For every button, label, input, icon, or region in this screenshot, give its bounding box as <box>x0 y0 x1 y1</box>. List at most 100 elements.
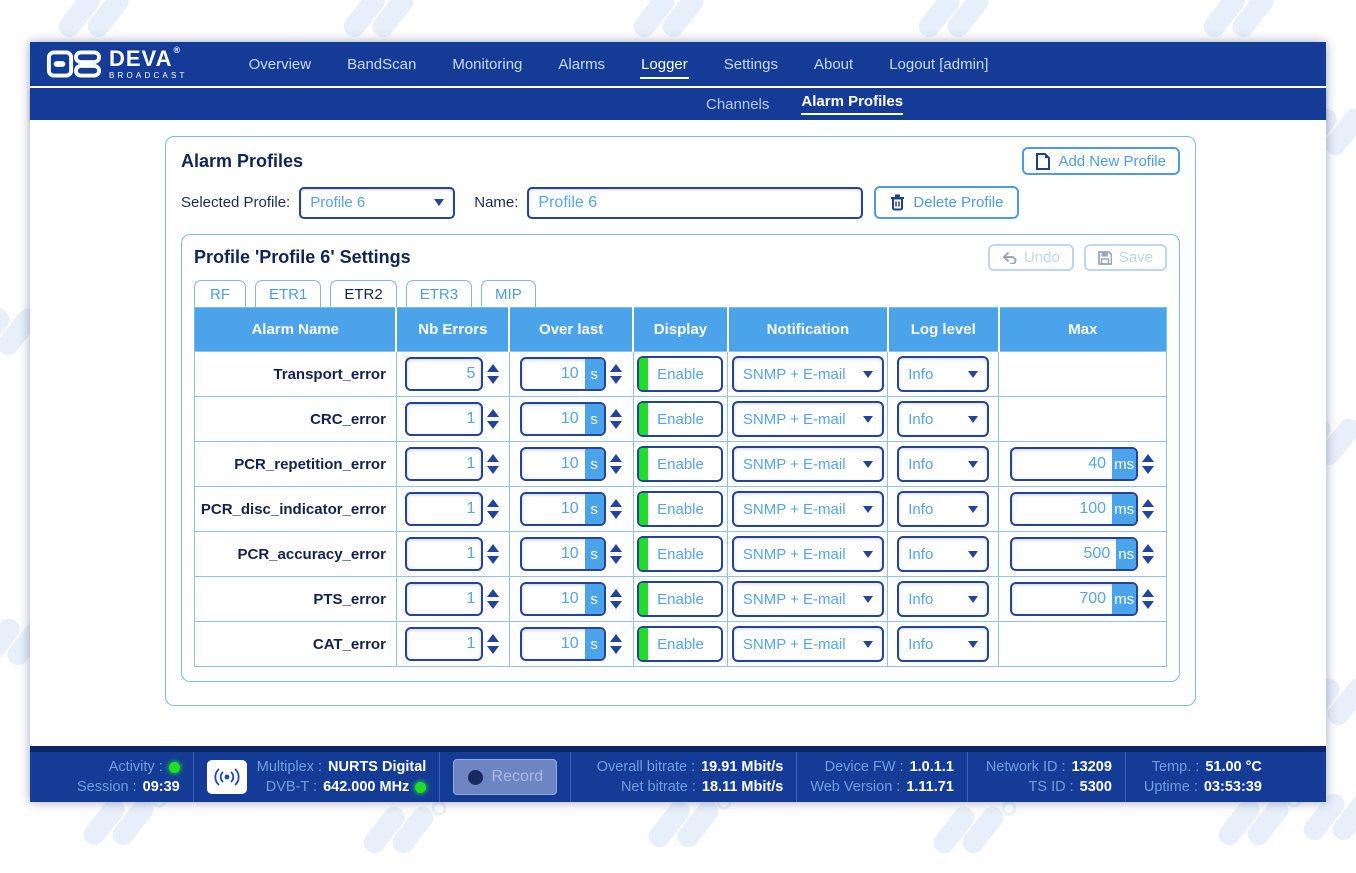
nb-errors-spinner-arrows[interactable] <box>486 544 500 564</box>
notification-select[interactable]: SNMP + E-mail <box>732 536 884 572</box>
nb-errors-spinner-value[interactable]: 1 <box>407 635 481 653</box>
log-level-select[interactable]: Info <box>897 446 989 482</box>
undo-button[interactable]: Undo <box>988 244 1074 271</box>
spinner-down-icon[interactable] <box>610 646 622 654</box>
over-last-spinner-value[interactable]: 10 <box>522 635 585 653</box>
tab-rf[interactable]: RF <box>194 280 246 307</box>
nav-item-logout-admin[interactable]: Logout [admin] <box>888 50 989 79</box>
display-enable-button[interactable]: Enable <box>637 626 723 662</box>
log-level-select[interactable]: Info <box>897 536 989 572</box>
over-last-spinner[interactable]: 10s <box>520 537 623 571</box>
spinner-down-icon[interactable] <box>487 556 499 564</box>
notification-select[interactable]: SNMP + E-mail <box>732 626 884 662</box>
nb-errors-spinner-arrows[interactable] <box>486 364 500 384</box>
max-spinner[interactable]: 100ms <box>1010 492 1155 526</box>
max-spinner-value[interactable]: 40 <box>1012 455 1112 473</box>
log-level-select[interactable]: Info <box>897 401 989 437</box>
max-spinner[interactable]: 40ms <box>1010 447 1155 481</box>
max-spinner-arrows[interactable] <box>1141 454 1155 474</box>
spinner-down-icon[interactable] <box>487 466 499 474</box>
log-level-select[interactable]: Info <box>897 626 989 662</box>
max-spinner-arrows[interactable] <box>1141 589 1155 609</box>
over-last-spinner[interactable]: 10s <box>520 492 623 526</box>
nb-errors-spinner[interactable]: 1 <box>405 582 500 616</box>
spinner-down-icon[interactable] <box>1142 466 1154 474</box>
over-last-spinner[interactable]: 10s <box>520 357 623 391</box>
max-spinner[interactable]: 700ms <box>1010 582 1155 616</box>
nav-item-logger[interactable]: Logger <box>640 50 689 79</box>
spinner-up-icon[interactable] <box>1142 544 1154 552</box>
nb-errors-spinner-arrows[interactable] <box>486 589 500 609</box>
nb-errors-spinner[interactable]: 1 <box>405 627 500 661</box>
spinner-down-icon[interactable] <box>487 376 499 384</box>
spinner-up-icon[interactable] <box>610 499 622 507</box>
over-last-spinner-value[interactable]: 10 <box>522 500 585 518</box>
display-enable-button[interactable]: Enable <box>637 536 723 572</box>
nb-errors-spinner-arrows[interactable] <box>486 409 500 429</box>
spinner-down-icon[interactable] <box>610 601 622 609</box>
over-last-spinner[interactable]: 10s <box>520 447 623 481</box>
nb-errors-spinner[interactable]: 1 <box>405 537 500 571</box>
nav-item-overview[interactable]: Overview <box>248 50 313 79</box>
tab-etr1[interactable]: ETR1 <box>255 280 321 307</box>
log-level-select[interactable]: Info <box>897 491 989 527</box>
save-button[interactable]: Save <box>1084 244 1167 271</box>
spinner-down-icon[interactable] <box>487 511 499 519</box>
over-last-spinner-value[interactable]: 10 <box>522 410 585 428</box>
delete-profile-button[interactable]: Delete Profile <box>874 186 1019 219</box>
over-last-spinner-arrows[interactable] <box>609 409 623 429</box>
nav-item-alarms[interactable]: Alarms <box>557 50 606 79</box>
over-last-spinner[interactable]: 10s <box>520 627 623 661</box>
spinner-up-icon[interactable] <box>610 634 622 642</box>
spinner-up-icon[interactable] <box>487 589 499 597</box>
display-enable-button[interactable]: Enable <box>637 581 723 617</box>
max-spinner-value[interactable]: 500 <box>1012 545 1116 563</box>
spinner-down-icon[interactable] <box>610 466 622 474</box>
nav-item-about[interactable]: About <box>813 50 854 79</box>
spinner-up-icon[interactable] <box>610 544 622 552</box>
over-last-spinner-arrows[interactable] <box>609 364 623 384</box>
spinner-up-icon[interactable] <box>1142 499 1154 507</box>
spinner-down-icon[interactable] <box>1142 511 1154 519</box>
display-enable-button[interactable]: Enable <box>637 356 723 392</box>
spinner-up-icon[interactable] <box>1142 454 1154 462</box>
display-enable-button[interactable]: Enable <box>637 446 723 482</box>
notification-select[interactable]: SNMP + E-mail <box>732 446 884 482</box>
nav-item-bandscan[interactable]: BandScan <box>346 50 417 79</box>
spinner-up-icon[interactable] <box>610 364 622 372</box>
log-level-select[interactable]: Info <box>897 356 989 392</box>
add-new-profile-button[interactable]: Add New Profile <box>1022 147 1180 175</box>
max-spinner-value[interactable]: 700 <box>1012 590 1112 608</box>
nb-errors-spinner[interactable]: 1 <box>405 447 500 481</box>
spinner-down-icon[interactable] <box>610 556 622 564</box>
spinner-down-icon[interactable] <box>487 421 499 429</box>
spinner-down-icon[interactable] <box>610 421 622 429</box>
max-spinner-value[interactable]: 100 <box>1012 500 1112 518</box>
max-spinner-arrows[interactable] <box>1141 499 1155 519</box>
subnav-item-alarm-profiles[interactable]: Alarm Profiles <box>801 93 903 115</box>
notification-select[interactable]: SNMP + E-mail <box>732 401 884 437</box>
spinner-up-icon[interactable] <box>610 454 622 462</box>
spinner-down-icon[interactable] <box>610 511 622 519</box>
nb-errors-spinner-arrows[interactable] <box>486 499 500 519</box>
over-last-spinner-arrows[interactable] <box>609 499 623 519</box>
nb-errors-spinner[interactable]: 1 <box>405 492 500 526</box>
spinner-up-icon[interactable] <box>610 409 622 417</box>
display-enable-button[interactable]: Enable <box>637 491 723 527</box>
spinner-down-icon[interactable] <box>487 646 499 654</box>
notification-select[interactable]: SNMP + E-mail <box>732 491 884 527</box>
over-last-spinner-arrows[interactable] <box>609 544 623 564</box>
over-last-spinner-arrows[interactable] <box>609 589 623 609</box>
record-button[interactable]: Record <box>453 759 557 795</box>
spinner-up-icon[interactable] <box>487 544 499 552</box>
nb-errors-spinner-value[interactable]: 1 <box>407 500 481 518</box>
notification-select[interactable]: SNMP + E-mail <box>732 356 884 392</box>
nb-errors-spinner-value[interactable]: 1 <box>407 590 481 608</box>
subnav-item-channels[interactable]: Channels <box>706 96 769 113</box>
spinner-up-icon[interactable] <box>487 409 499 417</box>
nb-errors-spinner[interactable]: 1 <box>405 402 500 436</box>
spinner-down-icon[interactable] <box>1142 556 1154 564</box>
spinner-up-icon[interactable] <box>487 454 499 462</box>
nav-item-settings[interactable]: Settings <box>723 50 779 79</box>
over-last-spinner-value[interactable]: 10 <box>522 455 585 473</box>
